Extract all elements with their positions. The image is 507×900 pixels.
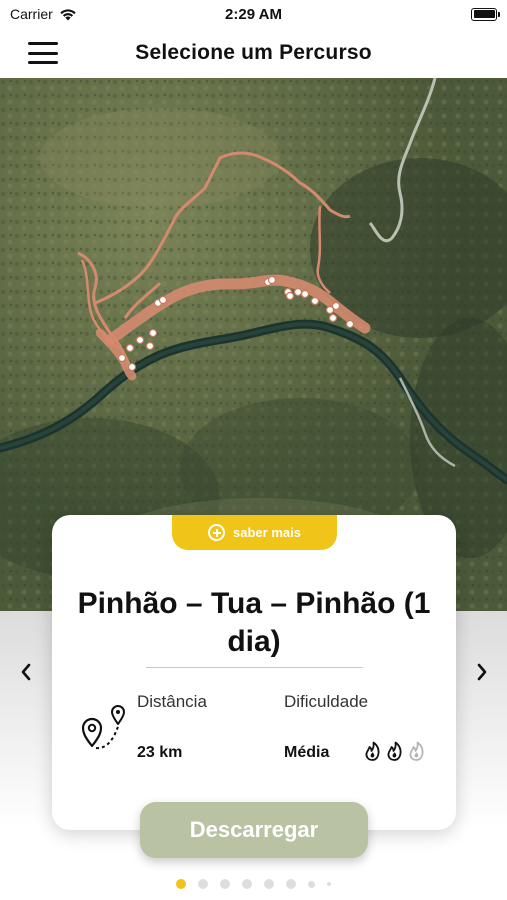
download-button[interactable]: Descarregar (140, 802, 368, 858)
page-title: Selecione um Percurso (135, 41, 372, 64)
status-left: Carrier (10, 6, 77, 22)
divider (146, 667, 363, 668)
pagination-dot[interactable] (198, 879, 208, 889)
route-card: saber mais Pinhão – Tua – Pinhão (1 dia)… (52, 515, 456, 830)
saber-mais-button[interactable]: saber mais (172, 515, 337, 550)
saber-mais-label: saber mais (233, 525, 301, 540)
difficulty-flames (364, 741, 425, 761)
pagination-dot[interactable] (242, 879, 252, 889)
distance-label: Distância (137, 692, 207, 711)
previous-route-button[interactable] (14, 660, 38, 684)
chevron-right-icon (477, 663, 487, 681)
pagination-dot[interactable] (264, 879, 274, 889)
next-route-button[interactable] (470, 660, 494, 684)
pagination-dot[interactable] (176, 879, 186, 889)
pagination-dot[interactable] (286, 879, 296, 889)
pagination-dot[interactable] (327, 882, 331, 886)
battery-icon (471, 7, 500, 21)
pagination-dots (0, 878, 507, 890)
route-title: Pinhão – Tua – Pinhão (1 dia) (77, 587, 431, 658)
carrier-label: Carrier (10, 6, 53, 22)
flame-icon (365, 741, 380, 761)
distance-value: 23 km (137, 744, 183, 761)
pagination-dot[interactable] (308, 880, 315, 888)
chevron-left-icon (21, 663, 31, 681)
route-pin-icon (81, 705, 125, 750)
difficulty-value: Média (284, 744, 330, 761)
pagination-dot[interactable] (220, 879, 230, 889)
app-header: Selecione um Percurso (0, 28, 507, 78)
wifi-icon (60, 8, 76, 20)
flame-icon (387, 741, 402, 761)
plus-circle-icon (208, 524, 226, 541)
difficulty-label: Dificuldade (284, 692, 369, 711)
status-bar: Carrier 2:29 AM (0, 0, 507, 28)
flame-icon (409, 741, 424, 761)
hamburger-menu-icon[interactable] (28, 42, 58, 64)
